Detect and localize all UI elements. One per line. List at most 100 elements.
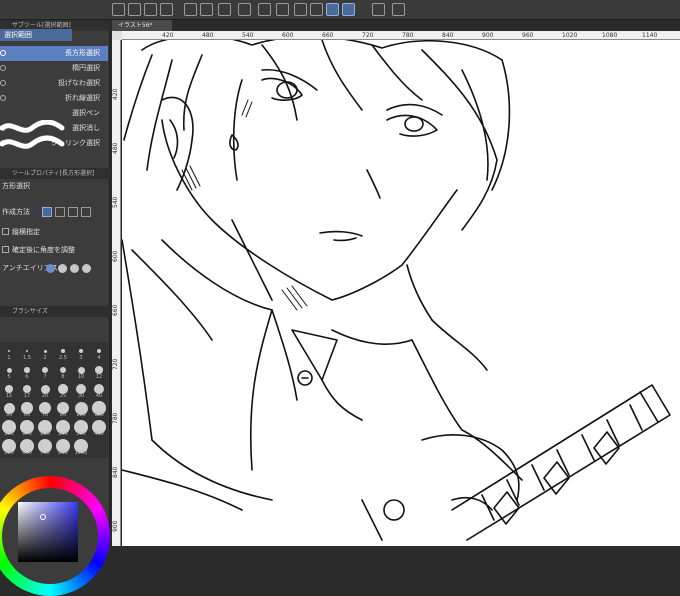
- subtool-rect-select[interactable]: 長方形選択: [0, 46, 108, 61]
- brush-size-cell[interactable]: 1000: [72, 437, 90, 456]
- brush-size-cell[interactable]: 6: [18, 361, 36, 380]
- export-icon[interactable]: [160, 3, 173, 16]
- aspect-label: 縦横指定: [12, 228, 40, 236]
- transform-icon[interactable]: [238, 3, 251, 16]
- brush-size-cell[interactable]: 4: [90, 342, 108, 361]
- snap-icon[interactable]: [326, 3, 339, 16]
- brush-size-cell[interactable]: 2.5: [54, 342, 72, 361]
- open-icon[interactable]: [128, 3, 141, 16]
- adjust-angle-row[interactable]: 確定後に角度を調整: [0, 242, 108, 258]
- brush-size-cell[interactable]: 250: [54, 418, 72, 437]
- color-sv-square[interactable]: [18, 502, 78, 562]
- brush-size-cell[interactable]: 7: [36, 361, 54, 380]
- ruler-v-label: 660: [112, 304, 119, 316]
- brush-size-cell[interactable]: 2: [36, 342, 54, 361]
- brush-size-cell[interactable]: 50: [0, 399, 18, 418]
- mode-subtract-icon[interactable]: [68, 207, 78, 217]
- brush-size-cell[interactable]: 12: [90, 361, 108, 380]
- new-icon[interactable]: [112, 3, 125, 16]
- aa-strong-icon[interactable]: [82, 264, 91, 273]
- subtool-label: 選択ペン: [72, 109, 100, 117]
- brush-size-cell[interactable]: 25: [54, 380, 72, 399]
- ruler-h-label: 900: [482, 32, 494, 39]
- brush-size-cell[interactable]: 200: [36, 418, 54, 437]
- fill-icon[interactable]: [258, 3, 271, 16]
- mode-new-icon[interactable]: [42, 207, 52, 217]
- color-cursor[interactable]: [40, 514, 46, 520]
- brush-size-cell[interactable]: 600: [18, 437, 36, 456]
- ruler-h-label: 960: [522, 32, 534, 39]
- pen-tablet-icon[interactable]: [392, 3, 405, 16]
- brush-size-cell[interactable]: 80: [54, 399, 72, 418]
- aa-medium-icon[interactable]: [70, 264, 79, 273]
- aa-none-icon[interactable]: [46, 264, 55, 273]
- brush-size-grid: 1 1.5 2 2.5 3 4 5 6 7 8 10 12 15 17 20 25 30 40 50 60 70 80 10…: [0, 342, 108, 458]
- drawing-canvas[interactable]: [122, 40, 680, 546]
- ruler-h-label: 1140: [642, 32, 658, 39]
- brush-size-cell[interactable]: 700: [36, 437, 54, 456]
- ruler-h-label: 420: [162, 32, 174, 39]
- subtool-polyline-select[interactable]: 折れ線選択: [0, 91, 108, 106]
- ruler-icon[interactable]: [342, 3, 355, 16]
- brush-size-cell[interactable]: 3: [72, 342, 90, 361]
- save-icon[interactable]: [144, 3, 157, 16]
- deselect-icon[interactable]: [310, 3, 323, 16]
- undo-icon[interactable]: [184, 3, 197, 16]
- brush-size-cell[interactable]: 1: [0, 342, 18, 361]
- selection-pen-wave-icon: [0, 120, 65, 149]
- line-art-drawing: [122, 40, 671, 541]
- ruler-h-label: 840: [442, 32, 454, 39]
- brush-size-cell[interactable]: 170: [18, 418, 36, 437]
- subtool-label: 選択消し: [72, 124, 100, 132]
- brush-size-cell[interactable]: 15: [0, 380, 18, 399]
- ruler-h-label: 1020: [562, 32, 578, 39]
- mode-intersect-icon[interactable]: [81, 207, 91, 217]
- aspect-checkbox[interactable]: [2, 228, 9, 235]
- brush-size-cell[interactable]: 8: [54, 361, 72, 380]
- brush-size-label: 500: [4, 450, 14, 456]
- brush-size-cell[interactable]: 17: [18, 380, 36, 399]
- mode-add-icon[interactable]: [55, 207, 65, 217]
- brush-size-cell[interactable]: 5: [0, 361, 18, 380]
- brush-size-title: ブラシサイズ: [0, 306, 110, 317]
- subtool-ellipse-select[interactable]: 楕円選択: [0, 61, 108, 76]
- subtool-selection-pen[interactable]: 選択ペン: [0, 106, 108, 121]
- ruler-h-label: 480: [202, 32, 214, 39]
- tool-property-heading: 方形選択: [2, 182, 30, 190]
- subtool-lasso-select[interactable]: 投げなわ選択: [0, 76, 108, 91]
- brush-size-cell[interactable]: 400: [90, 418, 108, 437]
- creation-method-label: 作成方法: [2, 208, 30, 216]
- brush-size-label: 400: [94, 431, 104, 437]
- ruler-v-label: 900: [112, 520, 119, 532]
- brush-size-cell[interactable]: 500: [0, 437, 18, 456]
- clear-icon[interactable]: [218, 3, 231, 16]
- left-panel: サブツール[選択範囲] 選択範囲 長方形選択 楕円選択 投げなわ選択 折れ線選択…: [0, 20, 110, 596]
- brush-size-cell[interactable]: 120: [90, 399, 108, 418]
- brush-size-cell[interactable]: 1.5: [18, 342, 36, 361]
- device-icon[interactable]: [372, 3, 385, 16]
- brush-size-cell[interactable]: 40: [90, 380, 108, 399]
- ruler-h-label: 780: [402, 32, 414, 39]
- tab-selection[interactable]: 選択範囲: [0, 29, 72, 41]
- crop-icon[interactable]: [276, 3, 289, 16]
- brush-size-cell[interactable]: 60: [18, 399, 36, 418]
- brush-size-cell[interactable]: 20: [36, 380, 54, 399]
- brush-size-label: 600: [22, 450, 32, 456]
- brush-size-cell[interactable]: 150: [0, 418, 18, 437]
- ruler-h-label: 1080: [602, 32, 618, 39]
- ruler-v-label: 600: [112, 250, 119, 262]
- ruler-v-label: 720: [112, 358, 119, 370]
- brush-size-cell[interactable]: 70: [36, 399, 54, 418]
- adjust-angle-checkbox[interactable]: [2, 246, 9, 253]
- brush-size-cell[interactable]: 100: [72, 399, 90, 418]
- brush-size-cell[interactable]: 300: [72, 418, 90, 437]
- brush-size-cell[interactable]: 800: [54, 437, 72, 456]
- aspect-row[interactable]: 縦横指定: [0, 224, 108, 240]
- aa-weak-icon[interactable]: [58, 264, 67, 273]
- brush-size-cell[interactable]: 30: [72, 380, 90, 399]
- brush-size-cell[interactable]: 10: [72, 361, 90, 380]
- redo-icon[interactable]: [200, 3, 213, 16]
- brush-size-label: 800: [58, 450, 68, 456]
- select-all-icon[interactable]: [294, 3, 307, 16]
- document-tab[interactable]: イラスト56*: [112, 20, 172, 31]
